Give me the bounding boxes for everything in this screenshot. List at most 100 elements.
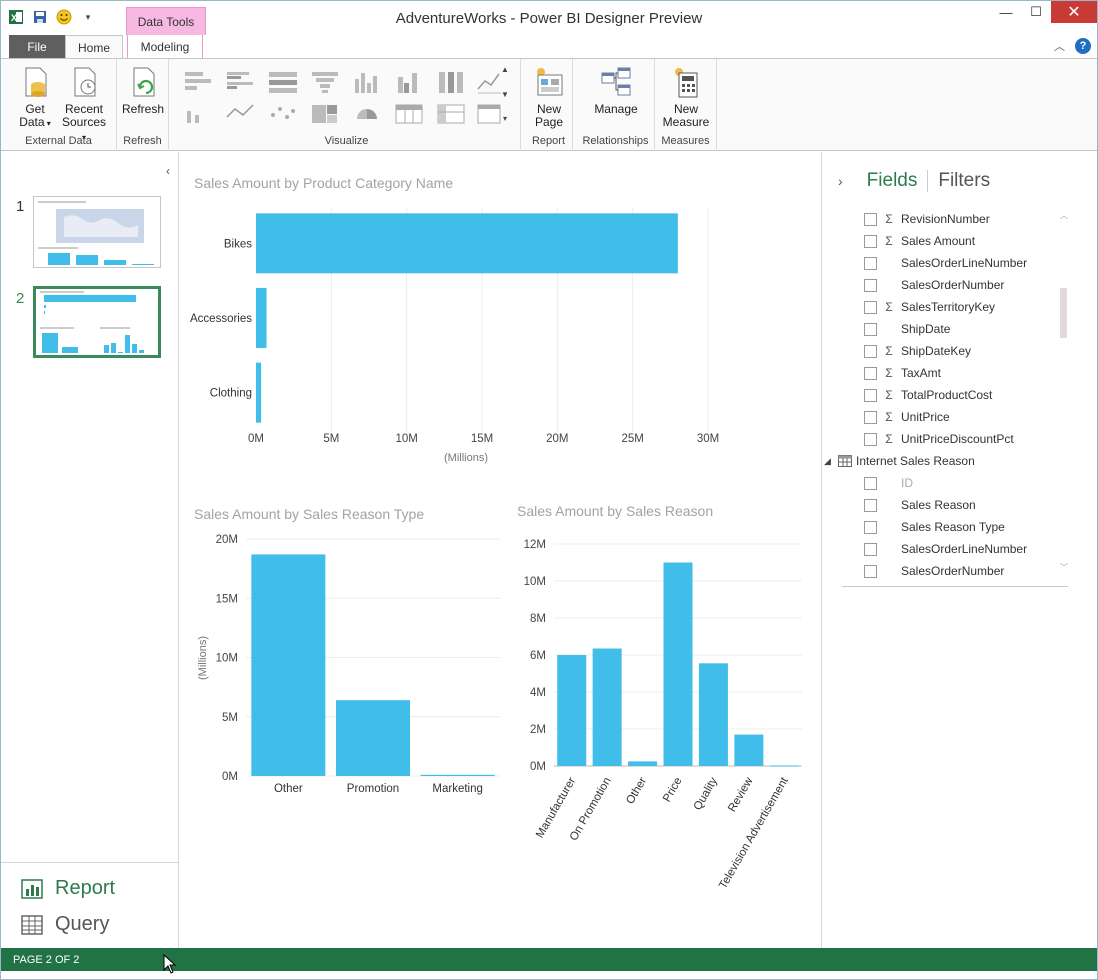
page-thumbnail-1[interactable] bbox=[33, 196, 161, 268]
field-checkbox[interactable] bbox=[864, 388, 877, 402]
tab-fields[interactable]: Fields bbox=[867, 170, 929, 192]
expand-pane-icon[interactable]: › bbox=[838, 173, 843, 189]
column-chart-icon[interactable] bbox=[349, 69, 385, 95]
clustered-column-chart-icon[interactable] bbox=[391, 69, 427, 95]
field-checkbox[interactable] bbox=[864, 410, 877, 424]
manage-relationships-button[interactable]: Manage bbox=[587, 65, 645, 116]
field-item[interactable]: Σ ShipDateKey bbox=[844, 340, 1070, 362]
relationships-icon bbox=[601, 67, 631, 96]
field-item[interactable]: Σ RevisionNumber bbox=[844, 208, 1070, 230]
field-checkbox[interactable] bbox=[864, 212, 877, 226]
field-checkbox[interactable] bbox=[864, 498, 877, 512]
field-checkbox[interactable] bbox=[864, 344, 877, 358]
field-item[interactable]: Sales Reason bbox=[844, 494, 1070, 516]
table-node-internet-sales-reason[interactable]: ◢ Internet Sales Reason bbox=[824, 450, 975, 472]
combo-chart-icon[interactable] bbox=[181, 99, 217, 125]
table-name: Internet Sales Reason bbox=[856, 454, 975, 468]
field-checkbox[interactable] bbox=[864, 278, 877, 292]
collapse-ribbon-icon[interactable]: ︿ bbox=[1054, 38, 1065, 54]
y-tick-label: 2M bbox=[530, 724, 546, 736]
field-item[interactable]: SalesOrderLineNumber bbox=[844, 538, 1070, 560]
field-list-scrollbar[interactable] bbox=[1060, 288, 1067, 338]
expand-triangle-icon[interactable]: ◢ bbox=[824, 456, 834, 467]
table-visual-icon[interactable] bbox=[391, 99, 427, 125]
field-item[interactable]: ID bbox=[844, 472, 1070, 494]
query-view-button[interactable]: Query bbox=[21, 913, 109, 936]
field-list-scroll-down-icon[interactable]: ﹀ bbox=[1060, 562, 1068, 573]
y-axis-label: (Millions) bbox=[197, 636, 209, 680]
tab-file[interactable]: File bbox=[9, 35, 65, 58]
window-controls: — ☐ ✕ bbox=[991, 1, 1097, 23]
tab-filters[interactable]: Filters bbox=[928, 170, 990, 192]
new-page-button[interactable]: New Page bbox=[529, 65, 569, 129]
field-checkbox[interactable] bbox=[864, 234, 877, 248]
funnel-chart-icon[interactable] bbox=[307, 69, 343, 95]
field-item[interactable]: SalesOrderNumber bbox=[844, 274, 1070, 296]
new-measure-button[interactable]: New Measure bbox=[661, 65, 711, 129]
field-item[interactable]: SalesOrderLineNumber bbox=[844, 252, 1070, 274]
collapse-pane-icon[interactable]: ‹ bbox=[166, 164, 170, 178]
get-data-line-2: Data ▾ bbox=[19, 116, 51, 130]
tab-home[interactable]: Home bbox=[65, 35, 123, 59]
save-icon[interactable] bbox=[31, 8, 49, 26]
field-checkbox[interactable] bbox=[864, 256, 877, 270]
field-checkbox[interactable] bbox=[864, 300, 877, 314]
scroll-up-icon[interactable]: ▲ bbox=[501, 65, 509, 74]
report-view-button[interactable]: Report bbox=[21, 877, 115, 900]
y-tick-label: 6M bbox=[530, 650, 546, 662]
page-number-2: 2 bbox=[16, 290, 25, 307]
sigma-icon: Σ bbox=[885, 344, 893, 358]
field-checkbox[interactable] bbox=[864, 432, 877, 446]
percent-bar-chart-icon[interactable] bbox=[265, 69, 301, 95]
treemap-chart-icon[interactable] bbox=[307, 99, 343, 125]
maximize-button[interactable]: ☐ bbox=[1021, 1, 1051, 23]
smiley-feedback-icon[interactable] bbox=[55, 8, 73, 26]
field-item[interactable]: Σ TotalProductCost bbox=[844, 384, 1070, 406]
bar bbox=[336, 700, 410, 776]
minimize-button[interactable]: — bbox=[991, 1, 1021, 23]
close-button[interactable]: ✕ bbox=[1051, 1, 1097, 23]
field-name: RevisionNumber bbox=[901, 212, 990, 226]
customize-qat-icon[interactable]: ▾ bbox=[79, 8, 97, 26]
gallery-more-icon[interactable]: ▾ bbox=[503, 114, 507, 123]
help-icon[interactable]: ? bbox=[1075, 38, 1091, 54]
y-tick-label: 12M bbox=[524, 539, 546, 551]
field-item[interactable]: Σ UnitPriceDiscountPct bbox=[844, 428, 1070, 450]
field-item[interactable]: Σ UnitPrice bbox=[844, 406, 1070, 428]
percent-column-chart-icon[interactable] bbox=[433, 69, 469, 95]
field-name: UnitPriceDiscountPct bbox=[901, 432, 1014, 446]
visualization-gallery-scroll[interactable]: ▲ ▼ ▾ bbox=[499, 65, 511, 123]
recent-sources-button[interactable]: Recent Sources ▾ bbox=[59, 65, 109, 144]
field-item[interactable]: SalesOrderNumber bbox=[844, 560, 1070, 582]
clustered-bar-chart-icon[interactable] bbox=[223, 69, 259, 95]
field-item[interactable]: ShipDate bbox=[844, 318, 1070, 340]
get-data-button[interactable]: Get Data ▾ bbox=[15, 65, 55, 130]
group-label-refresh: Refresh bbox=[123, 135, 162, 147]
field-checkbox[interactable] bbox=[864, 476, 877, 490]
field-checkbox[interactable] bbox=[864, 366, 877, 380]
category-label: Bikes bbox=[224, 238, 252, 250]
field-checkbox[interactable] bbox=[864, 542, 877, 556]
scatter-chart-icon[interactable] bbox=[265, 99, 301, 125]
scroll-down-icon[interactable]: ▼ bbox=[501, 90, 509, 99]
bar bbox=[420, 774, 495, 776]
field-list-scroll-up-icon[interactable]: ︿ bbox=[1060, 210, 1068, 221]
stacked-bar-chart-icon[interactable] bbox=[181, 69, 217, 95]
matrix-visual-icon[interactable] bbox=[433, 99, 469, 125]
bar bbox=[698, 663, 728, 766]
tab-modeling[interactable]: Modeling bbox=[127, 35, 203, 58]
field-item[interactable]: Sales Reason Type bbox=[844, 516, 1070, 538]
field-checkbox[interactable] bbox=[864, 564, 877, 578]
field-checkbox[interactable] bbox=[864, 322, 877, 336]
field-item[interactable]: Σ SalesTerritoryKey bbox=[844, 296, 1070, 318]
y-tick-label: 10M bbox=[524, 576, 546, 588]
area-chart-icon[interactable] bbox=[223, 99, 259, 125]
field-item[interactable]: Σ Sales Amount bbox=[844, 230, 1070, 252]
y-tick-label: 4M bbox=[530, 687, 546, 699]
field-checkbox[interactable] bbox=[864, 520, 877, 534]
field-item[interactable]: Σ TaxAmt bbox=[844, 362, 1070, 384]
refresh-button[interactable]: Refresh bbox=[121, 65, 165, 116]
pie-chart-icon[interactable] bbox=[349, 99, 385, 125]
app-window: X ▾ Data Tools AdventureWorks - Power BI… bbox=[0, 0, 1098, 980]
page-thumbnail-2[interactable] bbox=[33, 286, 161, 358]
